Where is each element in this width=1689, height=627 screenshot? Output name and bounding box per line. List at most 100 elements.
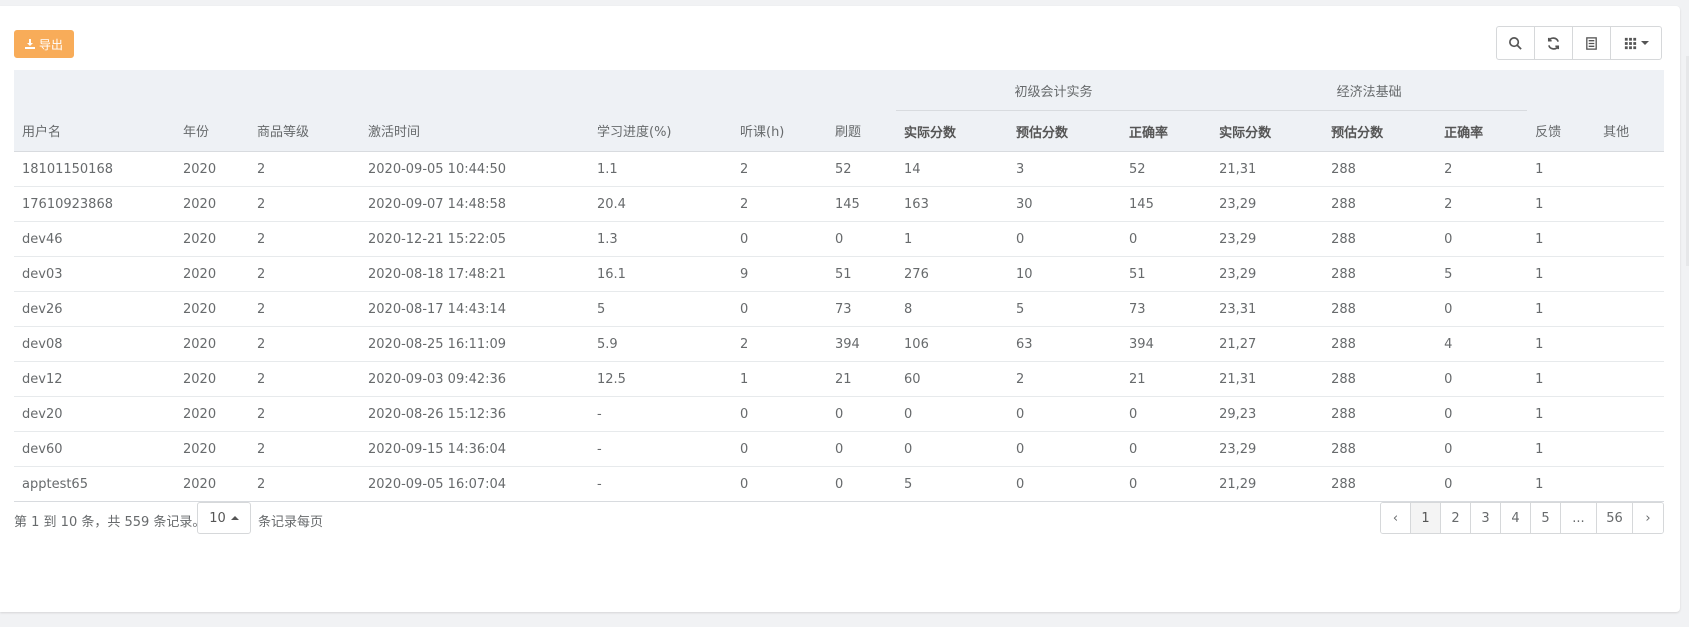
cell-other xyxy=(1595,291,1665,327)
page-button-1[interactable]: 1 xyxy=(1411,503,1441,533)
data-table: 初级会计实务 经济法基础 用户名 年份 商品等级 激活时间 学习进度(%) 听课… xyxy=(14,70,1665,502)
cell-other xyxy=(1595,466,1665,502)
cell-listen: 2 xyxy=(732,326,827,362)
cell-practice: 0 xyxy=(827,466,897,502)
toggle-view-button[interactable] xyxy=(1573,27,1611,59)
cell-g2-estimate: 288 xyxy=(1323,396,1437,432)
page-button-3[interactable]: 3 xyxy=(1471,503,1501,533)
cell-g1-estimate: 0 xyxy=(1008,466,1122,502)
table-row[interactable]: dev08 2020 2 2020-08-25 16:11:09 5.9 2 394 106 6… xyxy=(14,326,1665,362)
cell-g2-accuracy: 0 xyxy=(1436,221,1528,257)
cell-g2-actual: 23,29 xyxy=(1211,431,1324,467)
page-button-4[interactable]: 4 xyxy=(1501,503,1531,533)
cell-progress: 5.9 xyxy=(589,326,732,362)
cell-g1-estimate: 10 xyxy=(1008,256,1122,292)
cell-g2-accuracy: 2 xyxy=(1436,151,1528,187)
cell-g1-actual: 14 xyxy=(896,151,1009,187)
search-button[interactable] xyxy=(1497,27,1535,59)
cell-practice: 0 xyxy=(827,396,897,432)
cell-username: apptest65 xyxy=(14,466,175,502)
col-header-feedback[interactable]: 反馈 xyxy=(1527,110,1596,152)
cell-year: 2020 xyxy=(175,466,249,502)
cell-level: 2 xyxy=(249,186,360,222)
col-header-practice[interactable]: 刷题 xyxy=(827,110,897,152)
col-header-g2-accuracy[interactable]: 正确率 xyxy=(1436,110,1528,152)
cell-progress: 1.3 xyxy=(589,221,732,257)
table-row[interactable]: dev20 2020 2 2020-08-26 15:12:36-0 0 0 0 0 29,23… xyxy=(14,396,1665,432)
table-row[interactable]: dev60 2020 2 2020-09-15 14:36:04-0 0 0 0 0 23,29… xyxy=(14,431,1665,467)
cell-level: 2 xyxy=(249,291,360,327)
col-header-g1-actual[interactable]: 实际分数 xyxy=(896,110,1009,152)
cell-year: 2020 xyxy=(175,361,249,397)
table-row[interactable]: dev26 2020 2 2020-08-17 14:43:14 5 0 73 8 5 73 23,… xyxy=(14,291,1665,327)
col-header-activated[interactable]: 激活时间 xyxy=(360,110,589,152)
next-page-button[interactable]: › xyxy=(1633,503,1663,533)
col-header-listen[interactable]: 听课(h) xyxy=(732,110,827,152)
cell-g2-actual: 21,31 xyxy=(1211,361,1324,397)
download-icon xyxy=(24,39,35,49)
col-header-g2-actual[interactable]: 实际分数 xyxy=(1211,110,1324,152)
page-size-dropdown[interactable]: 10 xyxy=(197,502,251,534)
cell-progress: 16.1 xyxy=(589,256,732,292)
cell-g2-actual: 21,29 xyxy=(1211,466,1324,502)
cell-g1-actual: 1 xyxy=(896,221,1009,257)
cell-feedback: 1 xyxy=(1527,221,1596,257)
cell-g1-accuracy: 73 xyxy=(1121,291,1212,327)
col-header-level[interactable]: 商品等级 xyxy=(249,110,360,152)
chevron-down-icon xyxy=(1641,41,1649,45)
cell-listen: 1 xyxy=(732,361,827,397)
table-toolbar: 导出 xyxy=(14,24,1662,60)
cell-username: dev08 xyxy=(14,326,175,362)
table-row[interactable]: dev46 2020 2 2020-12-21 15:22:05 1.3 0 0 1 0 0 23,… xyxy=(14,221,1665,257)
col-header-year[interactable]: 年份 xyxy=(175,110,249,152)
table-header: 初级会计实务 经济法基础 用户名 年份 商品等级 激活时间 学习进度(%) 听课… xyxy=(14,70,1665,152)
cell-listen: 0 xyxy=(732,466,827,502)
cell-feedback: 1 xyxy=(1527,326,1596,362)
table-row[interactable]: dev03 2020 2 2020-08-18 17:48:21 16.1 9 51 276 1… xyxy=(14,256,1665,292)
cell-username: dev03 xyxy=(14,256,175,292)
cell-g1-accuracy: 51 xyxy=(1121,256,1212,292)
cell-listen: 0 xyxy=(732,221,827,257)
cell-level: 2 xyxy=(249,431,360,467)
page-size-value: 10 xyxy=(209,510,226,526)
toggle-view-icon xyxy=(1586,36,1597,50)
cell-level: 2 xyxy=(249,151,360,187)
col-header-username[interactable]: 用户名 xyxy=(14,110,175,152)
columns-dropdown-button[interactable] xyxy=(1611,27,1661,59)
cell-practice: 394 xyxy=(827,326,897,362)
col-header-g1-accuracy[interactable]: 正确率 xyxy=(1121,110,1212,152)
refresh-button[interactable] xyxy=(1535,27,1573,59)
cell-activated: 2020-09-07 14:48:58 xyxy=(360,186,589,222)
cell-g2-actual: 23,29 xyxy=(1211,256,1324,292)
pagination: ‹ 1 2 3 4 5... 56 › xyxy=(1380,502,1664,534)
cell-g2-actual: 29,23 xyxy=(1211,396,1324,432)
table-row[interactable]: apptest65 2020 2 2020-09-05 16:07:04-0 0 5 0 0 2… xyxy=(14,466,1665,502)
cell-year: 2020 xyxy=(175,431,249,467)
cell-progress: - xyxy=(589,396,732,432)
col-header-g2-estimate[interactable]: 预估分数 xyxy=(1323,110,1437,152)
table-row[interactable]: 18101150168 2020 2 2020-09-05 10:44:50 1.1 2 5… xyxy=(14,151,1665,187)
cell-g1-estimate: 2 xyxy=(1008,361,1122,397)
export-button[interactable]: 导出 xyxy=(14,30,74,58)
cell-g2-estimate: 288 xyxy=(1323,326,1437,362)
prev-page-button[interactable]: ‹ xyxy=(1381,503,1411,533)
cell-g2-estimate: 288 xyxy=(1323,431,1437,467)
cell-g2-estimate: 288 xyxy=(1323,221,1437,257)
cell-g1-accuracy: 0 xyxy=(1121,221,1212,257)
header-spacer-right xyxy=(1527,70,1664,111)
col-header-g1-estimate[interactable]: 预估分数 xyxy=(1008,110,1122,152)
cell-g1-accuracy: 0 xyxy=(1121,396,1212,432)
col-header-progress[interactable]: 学习进度(%) xyxy=(589,110,732,152)
page-button-2[interactable]: 2 xyxy=(1441,503,1471,533)
table-row[interactable]: dev12 2020 2 2020-09-03 09:42:36 12.5 1 21 60 2 2… xyxy=(14,361,1665,397)
cell-year: 2020 xyxy=(175,221,249,257)
page-button-5[interactable]: 5 xyxy=(1531,503,1561,533)
cell-activated: 2020-09-05 10:44:50 xyxy=(360,151,589,187)
col-header-other[interactable]: 其他 xyxy=(1595,110,1665,152)
cell-practice: 0 xyxy=(827,221,897,257)
cell-g2-actual: 21,27 xyxy=(1211,326,1324,362)
cell-g1-accuracy: 145 xyxy=(1121,186,1212,222)
table-row[interactable]: 17610923868 2020 2 2020-09-07 14:48:58 20.4 2… xyxy=(14,186,1665,222)
page-button-56[interactable]: 56 xyxy=(1597,503,1633,533)
cell-g2-accuracy: 4 xyxy=(1436,326,1528,362)
